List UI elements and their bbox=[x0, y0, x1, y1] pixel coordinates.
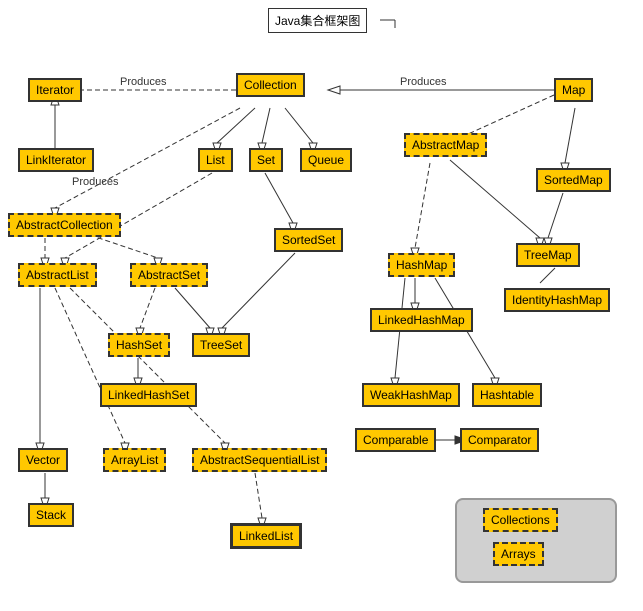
abstractset-node: AbstractSet bbox=[130, 263, 208, 287]
svg-text:Produces: Produces bbox=[400, 76, 447, 88]
collection-node: Collection bbox=[236, 73, 305, 97]
weakhashmap-node: WeakHashMap bbox=[362, 383, 460, 407]
abstractlist-node: AbstractList bbox=[18, 263, 97, 287]
title-node: Java集合框架图 bbox=[268, 8, 367, 33]
linkiterator-node: LinkIterator bbox=[18, 148, 94, 172]
queue-node: Queue bbox=[300, 148, 352, 172]
treemap-node: TreeMap bbox=[516, 243, 580, 267]
map-node: Map bbox=[554, 78, 593, 102]
legend-box: Collections Arrays bbox=[455, 498, 617, 583]
hashset-node: HashSet bbox=[108, 333, 170, 357]
linkedhashset-node: LinkedHashSet bbox=[100, 383, 197, 407]
collections-node: Collections bbox=[483, 508, 558, 532]
hashmap-node: HashMap bbox=[388, 253, 455, 277]
svg-text:Produces: Produces bbox=[120, 76, 167, 88]
hashtable-node: Hashtable bbox=[472, 383, 542, 407]
stack-node: Stack bbox=[28, 503, 74, 527]
abstractmap-node: AbstractMap bbox=[404, 133, 487, 157]
linkedhashmap-node: LinkedHashMap bbox=[370, 308, 473, 332]
sortedmap-node: SortedMap bbox=[536, 168, 611, 192]
treeset-node: TreeSet bbox=[192, 333, 250, 357]
identityhashmap-node: IdentityHashMap bbox=[504, 288, 610, 312]
vector-node: Vector bbox=[18, 448, 68, 472]
sortedset-node: SortedSet bbox=[274, 228, 343, 252]
comparable-node: Comparable bbox=[355, 428, 436, 452]
comparator-node: Comparator bbox=[460, 428, 539, 452]
iterator-node: Iterator bbox=[28, 78, 82, 102]
set-node: Set bbox=[249, 148, 283, 172]
arraylist-node: ArrayList bbox=[103, 448, 166, 472]
abstractcollection-node: AbstractCollection bbox=[8, 213, 121, 237]
svg-text:Produces: Produces bbox=[72, 176, 119, 188]
list-node: List bbox=[198, 148, 233, 172]
linkedlist-node: LinkedList bbox=[230, 523, 302, 549]
arrays-node: Arrays bbox=[493, 542, 544, 566]
diagram-container: Produces Produces Produces bbox=[0, 0, 643, 611]
abstractsequentiallist-node: AbstractSequentialList bbox=[192, 448, 327, 472]
